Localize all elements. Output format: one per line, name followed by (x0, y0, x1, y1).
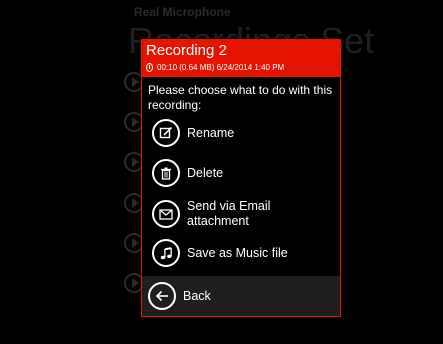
rename-option[interactable]: Rename (152, 118, 332, 148)
app-title: Real Microphone (134, 5, 231, 19)
back-label: Back (183, 288, 211, 303)
email-icon (152, 200, 180, 228)
recording-meta-text: 00:10 (0.64 MB) 6/24/2014 1:40 PM (157, 63, 285, 72)
recording-options-dialog: Recording 2 00:10 (0.64 MB) 6/24/2014 1:… (141, 39, 341, 317)
save-music-label: Save as Music file (187, 245, 288, 260)
send-email-option[interactable]: Send via Email attachment (152, 198, 332, 230)
save-music-option[interactable]: Save as Music file (152, 238, 332, 268)
send-email-label: Send via Email attachment (187, 199, 271, 228)
recording-meta: 00:10 (0.64 MB) 6/24/2014 1:40 PM (146, 62, 284, 73)
microphone-icon (146, 63, 153, 72)
delete-option[interactable]: Delete (152, 158, 332, 188)
dialog-title: Recording 2 (146, 42, 227, 59)
back-button[interactable]: Back (148, 282, 211, 310)
rename-icon (152, 119, 180, 147)
rename-label: Rename (187, 125, 235, 140)
music-note-icon (152, 239, 180, 267)
trash-icon (152, 159, 180, 187)
app-bar: Back (142, 276, 340, 316)
delete-label: Delete (187, 165, 224, 180)
back-arrow-icon (148, 282, 176, 310)
dialog-message: Please choose what to do with this recor… (148, 83, 333, 112)
dialog-header: Recording 2 00:10 (0.64 MB) 6/24/2014 1:… (142, 40, 340, 77)
